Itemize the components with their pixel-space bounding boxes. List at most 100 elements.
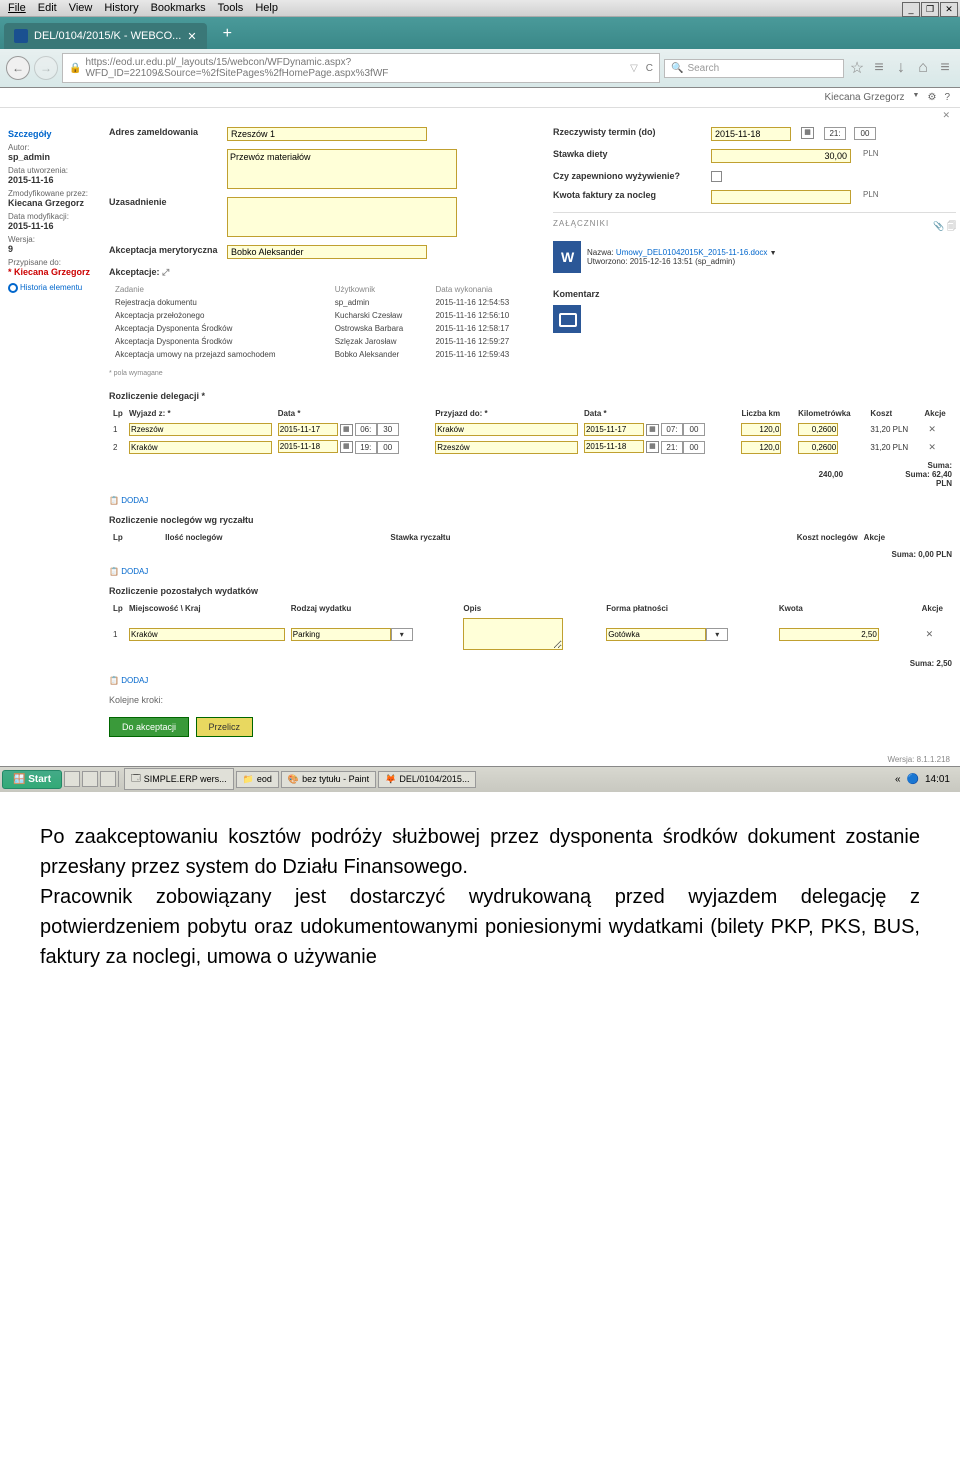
to-input[interactable] (435, 441, 578, 454)
date2-input[interactable] (584, 440, 644, 453)
new-tab-button[interactable]: + (215, 23, 240, 49)
calendar-icon[interactable]: ▦ (801, 127, 814, 139)
search-input[interactable]: 🔍 Search (664, 59, 844, 78)
to-input[interactable] (435, 423, 578, 436)
star-icon[interactable]: ☆ (848, 59, 866, 77)
taskbar-item[interactable]: 🗔 SIMPLE.ERP wers... (124, 768, 234, 790)
delete-row-icon[interactable]: ✕ (922, 629, 938, 639)
hotel-input[interactable] (711, 190, 851, 204)
minimize-button[interactable]: _ (902, 2, 920, 17)
history-icon (8, 283, 18, 293)
back-button[interactable]: ← (6, 56, 30, 80)
add-delegation-button[interactable]: 📋 DODAJ (109, 496, 956, 505)
gear-icon[interactable]: ⚙ (927, 92, 936, 103)
url-input[interactable]: 🔒 https://eod.ur.edu.pl/_layouts/15/webc… (62, 53, 660, 83)
date1-input[interactable] (278, 440, 338, 453)
approve-button[interactable]: Do akceptacji (109, 717, 189, 737)
min2-select[interactable]: 00 (683, 423, 705, 436)
menu-view[interactable]: View (69, 2, 93, 14)
rate-input[interactable] (711, 149, 851, 163)
attachment-menu-icon[interactable]: ▼ (770, 250, 777, 257)
dropdown-icon[interactable]: ▾ (706, 628, 728, 641)
quicklaunch-icon[interactable] (100, 771, 116, 787)
add-lodging-button[interactable]: 📋 DODAJ (109, 567, 956, 576)
hour2-select[interactable]: 07: (661, 423, 683, 436)
payment-select[interactable] (606, 628, 706, 641)
reader-icon[interactable]: ▽ (630, 63, 638, 74)
from-input[interactable] (129, 441, 272, 454)
att-created-label: Utworzono: (587, 257, 627, 266)
materials-textarea[interactable]: Przewóz materiałów (227, 149, 457, 189)
min2-select[interactable]: 00 (683, 441, 705, 454)
amount-input[interactable] (779, 628, 879, 641)
desc-textarea[interactable] (463, 618, 563, 650)
help-icon[interactable]: ? (944, 92, 950, 103)
calendar-icon[interactable]: ▦ (646, 424, 659, 436)
from-input[interactable] (129, 423, 272, 436)
food-checkbox[interactable] (711, 171, 722, 182)
menu-help[interactable]: Help (255, 2, 278, 14)
refresh-icon[interactable]: C (646, 63, 653, 74)
col-lp: Lp (111, 531, 161, 544)
date1-input[interactable] (278, 423, 338, 436)
term-min-select[interactable]: 00 (854, 127, 876, 140)
hamburger-icon[interactable]: ≡ (936, 59, 954, 77)
home-icon[interactable]: ⌂ (914, 59, 932, 77)
km-input[interactable] (741, 441, 781, 454)
taskbar-item[interactable]: 📁 eod (236, 771, 279, 788)
min1-select[interactable]: 00 (377, 441, 399, 454)
calendar-icon[interactable]: ▦ (340, 441, 353, 453)
tray-icon[interactable]: « (895, 774, 901, 785)
hour1-select[interactable]: 19: (355, 441, 377, 454)
start-button[interactable]: 🪟 Start (2, 770, 62, 789)
approval-input[interactable] (227, 245, 427, 259)
tab-close-icon[interactable]: ✕ (187, 30, 196, 43)
menu-history[interactable]: History (104, 2, 138, 14)
delete-row-icon[interactable]: ✕ (924, 442, 940, 452)
taskbar-item[interactable]: 🎨 bez tytułu - Paint (281, 771, 376, 788)
expand-steps-icon[interactable]: ⤢ (162, 267, 169, 277)
calendar-icon[interactable]: ▦ (646, 441, 659, 453)
quicklaunch-icon[interactable] (82, 771, 98, 787)
history-link[interactable]: Historia elementu (8, 283, 105, 293)
rate-input[interactable] (798, 441, 838, 454)
comment-icon[interactable] (553, 305, 581, 333)
term-date-input[interactable] (711, 127, 791, 141)
browser-tab[interactable]: DEL/0104/2015/K - WEBCO... ✕ (4, 23, 207, 49)
menu-tools[interactable]: Tools (218, 2, 244, 14)
cost-currency: PLN (893, 425, 909, 434)
taskbar-item[interactable]: 🦊 DEL/0104/2015... (378, 771, 476, 788)
attachment-link[interactable]: Umowy_DEL01042015K_2015-11-16.docx (616, 248, 768, 257)
forward-button[interactable]: → (34, 56, 58, 80)
min1-select[interactable]: 30 (377, 423, 399, 436)
close-window-button[interactable]: ✕ (940, 2, 958, 17)
recalc-button[interactable]: Przelicz (196, 717, 254, 737)
quicklaunch-icon[interactable] (64, 771, 80, 787)
hour2-select[interactable]: 21: (661, 441, 683, 454)
km-input[interactable] (741, 423, 781, 436)
attachment-actions[interactable]: 📎 🗐 (933, 219, 956, 235)
add-expense-button[interactable]: 📋 DODAJ (109, 676, 956, 685)
user-name[interactable]: Kiecana Grzegorz (824, 92, 904, 103)
delete-row-icon[interactable]: ✕ (924, 424, 940, 434)
menu-file[interactable]: File (8, 2, 26, 14)
hour1-select[interactable]: 06: (355, 423, 377, 436)
download-icon[interactable]: ↓ (892, 59, 910, 77)
term-hour-select[interactable]: 21: (824, 127, 846, 140)
rate-input[interactable] (798, 423, 838, 436)
address-input[interactable] (227, 127, 427, 141)
system-tray[interactable]: « 🔵 14:01 (887, 772, 958, 787)
type-select[interactable] (291, 628, 391, 641)
window-controls: _ ❐ ✕ (901, 2, 958, 17)
date2-input[interactable] (584, 423, 644, 436)
calendar-icon[interactable]: ▦ (340, 424, 353, 436)
panel-close-icon[interactable]: ✕ (942, 110, 950, 120)
menu-bookmarks[interactable]: Bookmarks (151, 2, 206, 14)
list-icon[interactable]: ≡ (870, 59, 888, 77)
justification-textarea[interactable] (227, 197, 457, 237)
menu-edit[interactable]: Edit (38, 2, 57, 14)
place-input[interactable] (129, 628, 285, 641)
dropdown-icon[interactable]: ▾ (391, 628, 413, 641)
maximize-button[interactable]: ❐ (921, 2, 939, 17)
word-doc-icon[interactable] (553, 241, 581, 273)
